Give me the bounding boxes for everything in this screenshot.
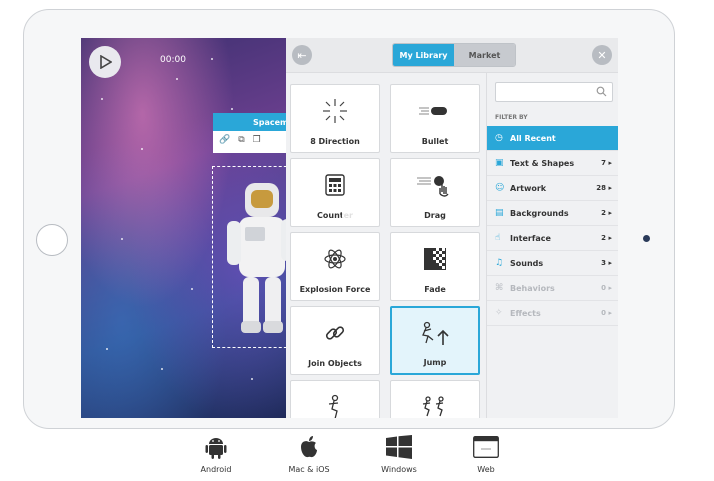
filter-behaviors: ⌘ Behaviors 0 ▸: [487, 276, 618, 301]
video-play-overlay-icon[interactable]: [336, 198, 366, 228]
filter-backgrounds[interactable]: ▤ Backgrounds 2 ▸: [487, 201, 618, 226]
play-icon: [100, 55, 112, 69]
filter-list: ◷ All Recent ▣ Text & Shapes 7 ▸ ☺ Artwo…: [487, 126, 618, 326]
jump-icon: [392, 318, 478, 350]
object-title: Spacem: [213, 113, 293, 131]
back-arrow-icon: ⇤: [297, 48, 307, 62]
tile-join-objects[interactable]: Join Objects: [290, 306, 380, 375]
platform-label: Web: [477, 465, 495, 474]
tile-label: Fade: [424, 285, 446, 294]
platform-label: Mac & iOS: [288, 465, 330, 474]
filter-sounds[interactable]: ♫ Sounds 3 ▸: [487, 251, 618, 276]
tile-8-direction[interactable]: 8 Direction: [290, 84, 380, 153]
tab-market[interactable]: Market: [454, 44, 515, 66]
app-screen: 00:00 Spacem 🔗 ⧉ ❐ ⇤ My Library Market ✕…: [81, 38, 618, 418]
play-button[interactable]: [89, 46, 121, 78]
object-panel[interactable]: Spacem 🔗 ⧉ ❐: [213, 113, 293, 153]
tile-label: Bullet: [421, 137, 449, 146]
link-icon: [291, 317, 379, 349]
filter-text-shapes[interactable]: ▣ Text & Shapes 7 ▸: [487, 151, 618, 176]
tile-partial-1[interactable]: [290, 380, 380, 418]
tile-fade[interactable]: Fade: [390, 232, 480, 301]
runner-icon: [291, 391, 379, 418]
platform-windows[interactable]: Windows: [369, 432, 429, 474]
tab-my-library[interactable]: My Library: [393, 44, 454, 66]
runners-icon: [391, 391, 479, 418]
platform-label: Android: [200, 465, 232, 474]
tile-label: Jump: [423, 358, 447, 367]
layers-icon[interactable]: ❐: [253, 135, 261, 145]
apple-icon: [279, 432, 339, 462]
platform-mac-ios[interactable]: Mac & iOS: [279, 432, 339, 474]
library-panel: ⇤ My Library Market ✕ 8 Direction Bullet…: [286, 38, 618, 418]
effects-icon: ✧: [495, 308, 503, 318]
filter-interface[interactable]: ☝ Interface 2 ▸: [487, 226, 618, 251]
bullet-icon: [391, 95, 479, 127]
duplicate-icon[interactable]: ⧉: [238, 135, 244, 145]
filter-effects: ✧ Effects 0 ▸: [487, 301, 618, 326]
platform-web[interactable]: Web: [456, 432, 516, 474]
library-segmented-control: My Library Market: [392, 43, 516, 67]
web-browser-icon: [456, 432, 516, 462]
tile-label: Drag: [424, 211, 446, 220]
artwork-icon: ☺: [495, 183, 505, 193]
interface-icon: ☝: [495, 233, 501, 243]
android-icon: [186, 432, 246, 462]
platform-footer: Android Mac & iOS Windows Web: [0, 429, 714, 481]
tile-partial-2[interactable]: [390, 380, 480, 418]
explosion-icon: [291, 243, 379, 275]
filter-all-recent[interactable]: ◷ All Recent: [487, 126, 618, 151]
text-shapes-icon: ▣: [495, 158, 504, 168]
close-button[interactable]: ✕: [592, 45, 612, 65]
backgrounds-icon: ▤: [495, 208, 504, 218]
tile-drag[interactable]: Drag: [390, 158, 480, 227]
tile-bullet[interactable]: Bullet: [390, 84, 480, 153]
tile-explosion-force[interactable]: Explosion Force: [290, 232, 380, 301]
playback-time: 00:00: [160, 55, 186, 65]
camera-dot: [643, 235, 650, 242]
tile-jump[interactable]: Jump: [390, 306, 480, 375]
search-icon: [596, 86, 607, 97]
filter-by-label: FILTER BY: [495, 114, 528, 121]
drag-hand-icon: [391, 169, 479, 201]
calculator-icon: [291, 169, 379, 201]
clock-icon: ◷: [495, 133, 503, 143]
back-button[interactable]: ⇤: [292, 45, 312, 65]
astronaut-sprite[interactable]: [223, 173, 293, 338]
search-input[interactable]: [495, 82, 613, 102]
fade-icon: [391, 243, 479, 275]
tile-label: Explosion Force: [299, 285, 371, 294]
tile-label: Join Objects: [308, 359, 362, 368]
behaviors-icon: ⌘: [495, 283, 504, 293]
tile-counter[interactable]: Counter: [290, 158, 380, 227]
music-icon: ♫: [495, 258, 504, 268]
filter-artwork[interactable]: ☺ Artwork 28 ▸: [487, 176, 618, 201]
close-icon: ✕: [597, 48, 607, 62]
home-button[interactable]: [36, 224, 68, 256]
link-icon[interactable]: 🔗: [219, 135, 230, 145]
library-topbar: ⇤ My Library Market ✕: [286, 38, 618, 73]
platform-label: Windows: [381, 465, 417, 474]
object-tools: 🔗 ⧉ ❐: [213, 131, 293, 149]
platform-android[interactable]: Android: [186, 432, 246, 474]
windows-icon: [369, 432, 429, 462]
tile-label: 8 Direction: [310, 137, 360, 146]
eight-direction-icon: [291, 95, 379, 127]
